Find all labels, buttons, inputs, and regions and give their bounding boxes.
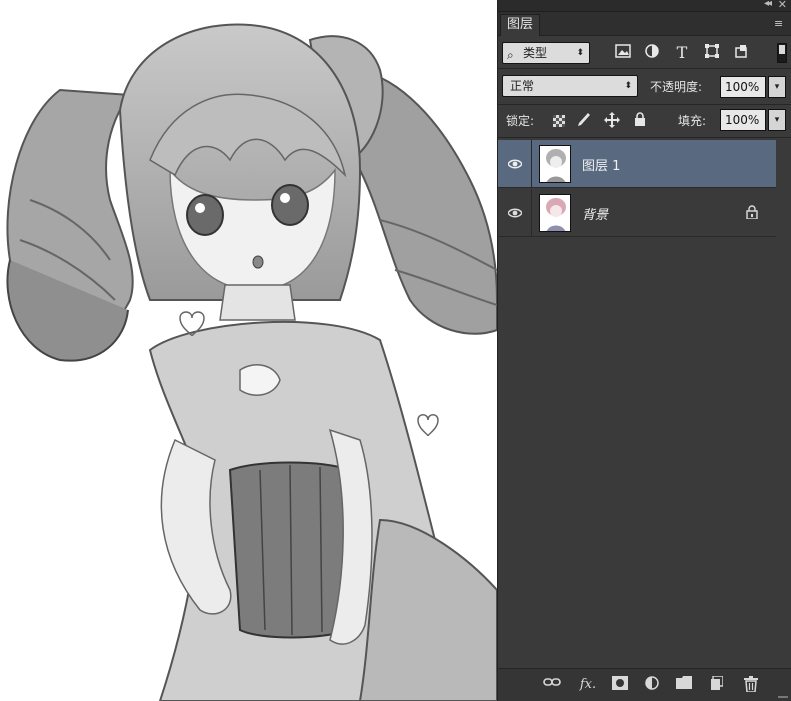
tab-layers[interactable]: 图层 (500, 14, 540, 36)
layers-list: 图层 1 背景 (498, 138, 791, 668)
type-filter-icon[interactable]: T (673, 44, 691, 62)
divider (498, 104, 791, 105)
opacity-input[interactable]: 100% (720, 76, 766, 98)
adjustment-layer-icon[interactable] (642, 676, 662, 694)
canvas-artwork-illustration (6, 23, 497, 701)
layer-mask-icon[interactable] (610, 676, 630, 694)
lock-row: 锁定: 填充: 100% ▾ (498, 106, 791, 136)
layer-row-layer1[interactable]: 图层 1 (498, 140, 776, 188)
group-folder-icon[interactable] (674, 676, 694, 694)
lock-image-pixels-icon[interactable] (575, 112, 593, 130)
document-canvas[interactable] (0, 0, 497, 701)
lock-transparent-pixels-icon[interactable] (553, 115, 565, 127)
new-layer-icon[interactable] (706, 675, 726, 694)
close-panel-icon[interactable]: ✕ (778, 0, 787, 11)
lock-label: 锁定: (506, 114, 535, 128)
layer-filter-row: ⌕ 类型 ⬍ T (498, 38, 791, 68)
panel-title-bar: ◂◂ ✕ (498, 0, 791, 12)
chevron-updown-icon: ⬍ (576, 48, 584, 58)
fill-label: 填充: (678, 114, 707, 128)
fill-input[interactable]: 100% (720, 109, 766, 131)
visibility-toggle[interactable] (498, 140, 532, 188)
filter-kind-select[interactable]: ⌕ 类型 ⬍ (502, 42, 590, 64)
blend-mode-select[interactable]: 正常 ⬍ (502, 75, 638, 97)
blend-mode-row: 正常 ⬍ 不透明度: 100% ▾ (498, 70, 791, 104)
adjustment-filter-icon[interactable] (643, 44, 661, 62)
lock-icon[interactable] (746, 205, 758, 219)
panel-bottom-toolbar: fx. (498, 668, 791, 701)
filter-kind-label: 类型 (523, 46, 548, 60)
panel-tab-row: 图层 ≡ (498, 12, 791, 36)
panel-menu-icon[interactable]: ≡ (774, 17, 788, 31)
eye-icon (508, 159, 522, 169)
filter-toggle-switch[interactable] (777, 43, 787, 63)
layers-panel: ◂◂ ✕ 图层 ≡ ⌕ 类型 ⬍ T 正常 ⬍ 不透明度: 100% ▾ 锁定:… (497, 0, 791, 701)
visibility-toggle[interactable] (498, 189, 532, 237)
link-layers-icon[interactable] (542, 676, 562, 694)
collapse-panel-icon[interactable]: ◂◂ (764, 0, 772, 9)
smart-object-filter-icon[interactable] (732, 44, 750, 62)
layer-name[interactable]: 背景 (582, 204, 608, 223)
fx-icon[interactable]: fx. (578, 676, 598, 694)
opacity-label: 不透明度: (650, 80, 703, 94)
blend-mode-value: 正常 (510, 79, 535, 93)
image-filter-icon[interactable] (614, 44, 632, 62)
layer-row-background[interactable]: 背景 (498, 189, 776, 237)
panel-resize-grip[interactable] (778, 696, 788, 698)
layer-name[interactable]: 图层 1 (582, 155, 620, 174)
fill-slider-button[interactable]: ▾ (768, 109, 786, 131)
layer-thumbnail (539, 194, 571, 232)
opacity-slider-button[interactable]: ▾ (768, 76, 786, 98)
shape-filter-icon[interactable] (703, 44, 721, 62)
divider (498, 68, 791, 69)
lock-position-icon[interactable] (603, 112, 621, 130)
delete-layer-icon[interactable] (741, 676, 761, 694)
lock-all-icon[interactable] (631, 112, 649, 130)
search-icon: ⌕ (507, 48, 514, 62)
eye-icon (508, 208, 522, 218)
layer-thumbnail (539, 145, 571, 183)
chevron-updown-icon: ⬍ (624, 81, 632, 91)
